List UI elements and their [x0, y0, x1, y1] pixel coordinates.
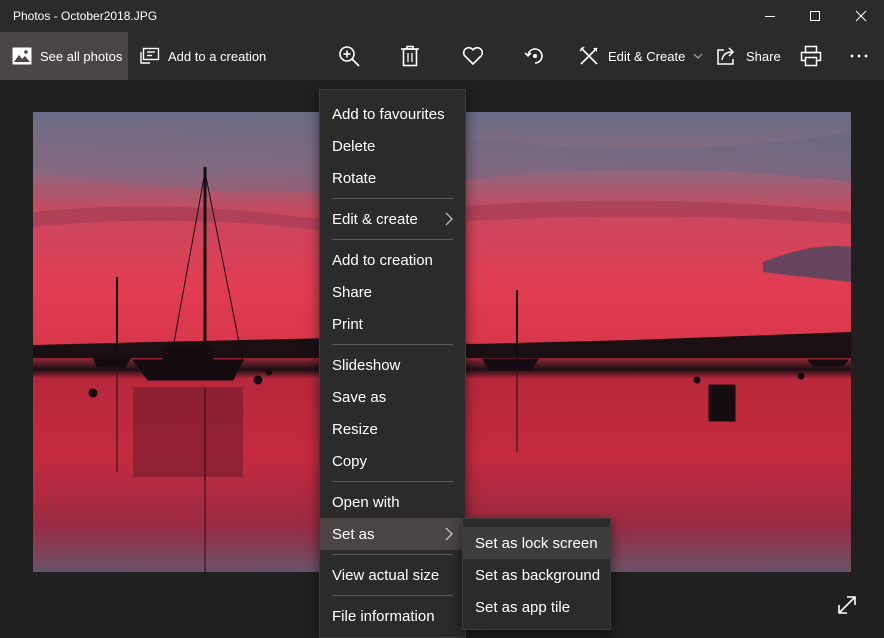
submenu-item-label: Set as app tile	[475, 598, 571, 616]
photos-icon	[12, 47, 32, 65]
rotate-icon	[524, 48, 543, 64]
menu-item-label: Add to creation	[332, 251, 433, 269]
menu-item-add-to-favourites[interactable]: Add to favourites	[320, 98, 465, 130]
maximize-icon	[810, 11, 820, 21]
menu-item-share[interactable]: Share	[320, 276, 465, 308]
minimize-icon	[765, 16, 775, 17]
menu-item-rotate[interactable]: Rotate	[320, 162, 465, 194]
zoom-in-icon	[339, 46, 360, 67]
menu-item-label: Save as	[332, 388, 387, 406]
submenu-item-background[interactable]: Set as background	[463, 559, 610, 591]
set-as-submenu: Set as lock screen Set as background Set…	[462, 518, 611, 630]
print-icon	[800, 45, 822, 67]
menu-item-label: Slideshow	[332, 356, 401, 374]
menu-item-label: Edit & create	[332, 210, 418, 228]
expand-icon[interactable]	[834, 592, 860, 618]
minimize-button[interactable]	[747, 0, 793, 32]
title-bar: Photos - October2018.JPG	[0, 0, 884, 32]
menu-item-set-as[interactable]: Set as	[320, 518, 465, 550]
context-menu: Add to favourites Delete Rotate Edit & c…	[319, 89, 466, 638]
menu-item-label: Print	[332, 315, 363, 333]
rotate-button[interactable]	[515, 32, 555, 80]
share-label: Share	[746, 48, 781, 64]
share-button[interactable]: Share	[716, 32, 781, 80]
menu-item-label: Copy	[332, 452, 368, 470]
menu-item-label: Resize	[332, 420, 378, 438]
menu-item-label: Open with	[332, 493, 400, 511]
menu-item-print[interactable]: Print	[320, 308, 465, 340]
menu-item-copy[interactable]: Copy	[320, 445, 465, 477]
menu-separator	[332, 239, 453, 240]
submenu-item-lock-screen[interactable]: Set as lock screen	[463, 527, 610, 559]
menu-item-file-information[interactable]: File information	[320, 600, 465, 632]
window-title: Photos - October2018.JPG	[13, 9, 158, 23]
submenu-item-label: Set as lock screen	[475, 534, 598, 552]
menu-item-save-as[interactable]: Save as	[320, 381, 465, 413]
add-to-creation-label: Add to a creation	[168, 48, 267, 64]
menu-item-slideshow[interactable]: Slideshow	[320, 349, 465, 381]
edit-create-label: Edit & Create	[608, 48, 686, 64]
favourite-button[interactable]	[453, 32, 493, 80]
menu-item-delete[interactable]: Delete	[320, 130, 465, 162]
share-icon	[717, 47, 735, 65]
delete-icon	[401, 45, 419, 67]
see-all-photos-button[interactable]: See all photos	[0, 32, 128, 80]
menu-item-add-to-creation[interactable]: Add to creation	[320, 244, 465, 276]
menu-item-label: Share	[332, 283, 373, 301]
add-to-creation-icon	[140, 47, 160, 64]
close-icon	[855, 10, 867, 22]
menu-item-edit-create[interactable]: Edit & create	[320, 203, 465, 235]
submenu-item-label: Set as background	[475, 566, 601, 584]
see-all-photos-label: See all photos	[40, 48, 123, 64]
menu-separator	[332, 481, 453, 482]
close-button[interactable]	[838, 0, 884, 32]
menu-separator	[332, 344, 453, 345]
menu-item-resize[interactable]: Resize	[320, 413, 465, 445]
menu-item-label: View actual size	[332, 566, 440, 584]
submenu-item-app-tile[interactable]: Set as app tile	[463, 591, 610, 623]
more-icon	[850, 54, 868, 58]
edit-create-icon	[579, 46, 598, 65]
menu-separator	[332, 554, 453, 555]
delete-button[interactable]	[390, 32, 430, 80]
heart-icon	[462, 46, 484, 65]
more-button[interactable]	[839, 32, 879, 80]
menu-item-label: File information	[332, 607, 435, 625]
menu-item-label: Rotate	[332, 169, 377, 187]
menu-item-label: Delete	[332, 137, 376, 155]
menu-item-label: Add to favourites	[332, 105, 445, 123]
toolbar: See all photos Add to a creation Edit & …	[0, 32, 884, 80]
menu-separator	[332, 198, 453, 199]
print-button[interactable]	[791, 32, 831, 80]
menu-item-open-with[interactable]: Open with	[320, 486, 465, 518]
menu-item-label: Set as	[332, 525, 375, 543]
chevron-right-icon	[445, 212, 453, 226]
add-to-creation-button[interactable]: Add to a creation	[140, 32, 266, 80]
chevron-right-icon	[445, 527, 453, 541]
menu-separator	[332, 595, 453, 596]
maximize-button[interactable]	[792, 0, 838, 32]
chevron-down-icon	[693, 53, 703, 59]
zoom-button[interactable]	[329, 32, 369, 80]
menu-item-view-actual-size[interactable]: View actual size	[320, 559, 465, 591]
edit-create-button[interactable]: Edit & Create	[578, 32, 703, 80]
